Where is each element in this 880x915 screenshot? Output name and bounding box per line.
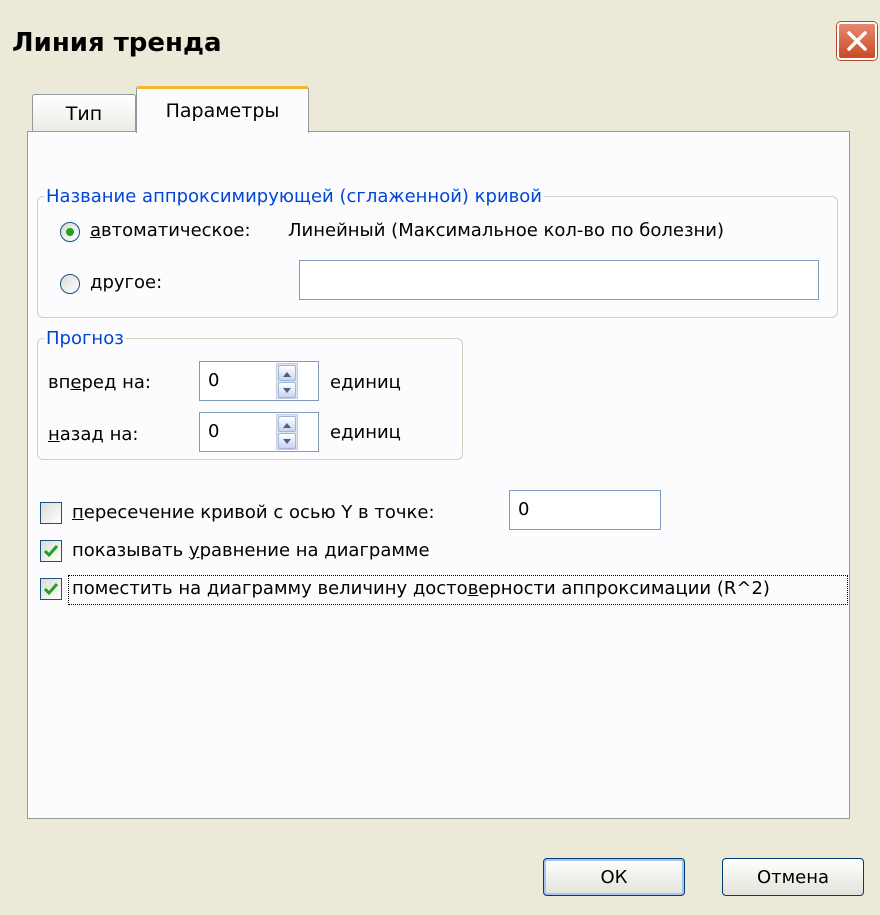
forecast-backward-unit: единиц	[330, 422, 401, 443]
forecast-forward-unit: единиц	[330, 372, 401, 393]
checkmark-icon	[43, 583, 59, 596]
spin-up-button[interactable]	[278, 416, 296, 432]
radio-selected-dot	[66, 228, 74, 236]
trendline-dialog: Линия тренда Тип Параметры Название аппр…	[0, 0, 880, 915]
tab-parameters[interactable]: Параметры	[136, 86, 309, 133]
radio-custom-name[interactable]	[60, 274, 80, 294]
ok-button[interactable]: ОК	[543, 858, 685, 896]
title-bar[interactable]: Линия тренда	[0, 0, 880, 92]
show-equation-checkbox[interactable]	[40, 540, 62, 562]
custom-name-field[interactable]	[299, 260, 819, 300]
intercept-value-input[interactable]: 0	[509, 490, 661, 530]
name-group-legend: Название аппроксимирующей (сглаженной) к…	[46, 186, 542, 207]
forecast-group-legend: Прогноз	[46, 328, 124, 349]
forecast-forward-spinner[interactable]	[276, 363, 298, 399]
arrow-down-icon	[283, 439, 291, 444]
forecast-forward-label: вперед на:	[48, 372, 151, 393]
radio-auto-name[interactable]	[60, 222, 80, 242]
parameters-panel: Название аппроксимирующей (сглаженной) к…	[27, 131, 850, 819]
custom-name-label[interactable]: другое:	[90, 272, 162, 293]
auto-name-value: Линейный (Максимальное кол-во по болезни…	[288, 220, 725, 241]
arrow-up-icon	[283, 423, 291, 428]
cancel-button[interactable]: Отмена	[722, 858, 864, 896]
show-r2-label[interactable]: поместить на диаграмму величину достовер…	[72, 578, 770, 599]
arrow-up-icon	[283, 372, 291, 377]
forecast-backward-spinner[interactable]	[276, 414, 298, 450]
forecast-forward-input[interactable]: 0	[199, 361, 319, 401]
intercept-label[interactable]: пересечение кривой с осью Y в точке:	[72, 502, 435, 523]
close-button[interactable]	[837, 22, 877, 60]
tab-type[interactable]: Тип	[32, 94, 136, 132]
spin-down-button[interactable]	[278, 382, 296, 398]
auto-name-label[interactable]: автоматическое:	[90, 220, 251, 241]
forecast-backward-input[interactable]: 0	[199, 412, 319, 452]
arrow-down-icon	[283, 388, 291, 393]
forecast-backward-label: назад на:	[48, 424, 139, 445]
intercept-checkbox[interactable]	[40, 502, 62, 524]
show-equation-label[interactable]: показывать уравнение на диаграмме	[72, 540, 430, 561]
tab-strip: Тип Параметры	[28, 86, 848, 133]
spin-up-button[interactable]	[278, 365, 296, 381]
close-icon	[847, 31, 867, 51]
show-r2-checkbox[interactable]	[40, 578, 62, 600]
window-title: Линия тренда	[12, 28, 222, 58]
spin-down-button[interactable]	[278, 433, 296, 449]
checkmark-icon	[43, 545, 59, 558]
